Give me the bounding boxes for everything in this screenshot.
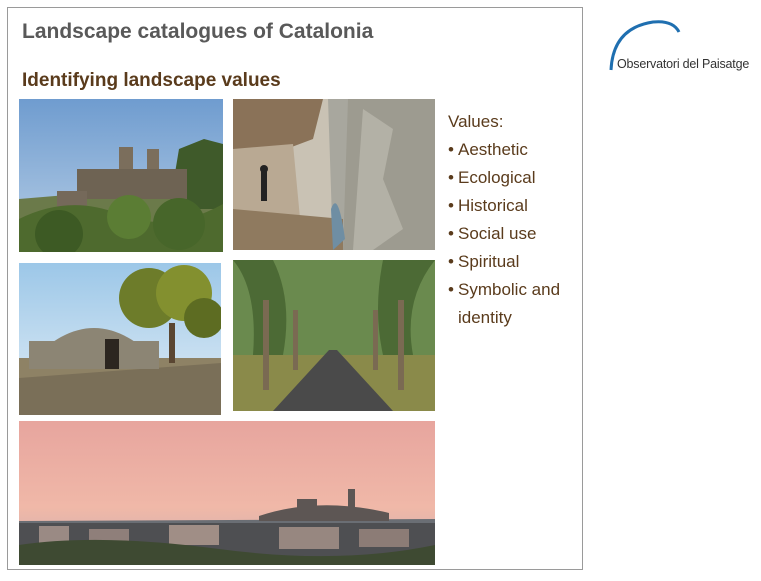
- stone-hut-photo: [19, 263, 221, 415]
- logo-text: Observatori del Paisatge: [617, 57, 750, 71]
- list-item: Historical: [448, 192, 578, 220]
- list-item: Social use: [448, 220, 578, 248]
- list-item: Symbolic and identity: [448, 276, 578, 332]
- canyon-path-photo: [233, 99, 435, 250]
- town-panorama-photo: [19, 421, 435, 565]
- tree-lined-road-photo: [233, 260, 435, 411]
- list-item: Aesthetic: [448, 136, 578, 164]
- monastery-photo: [19, 99, 223, 252]
- slide-title: Landscape catalogues of Catalonia: [22, 20, 374, 43]
- slide-subtitle: Identifying landscape values: [22, 70, 281, 91]
- values-panel: Values: Aesthetic Ecological Historical …: [448, 108, 578, 332]
- values-heading: Values:: [448, 112, 504, 131]
- list-item: Spiritual: [448, 248, 578, 276]
- list-item: Ecological: [448, 164, 578, 192]
- values-list: Aesthetic Ecological Historical Social u…: [448, 136, 578, 332]
- slide-frame: Landscape catalogues of Catalonia Identi…: [7, 7, 583, 570]
